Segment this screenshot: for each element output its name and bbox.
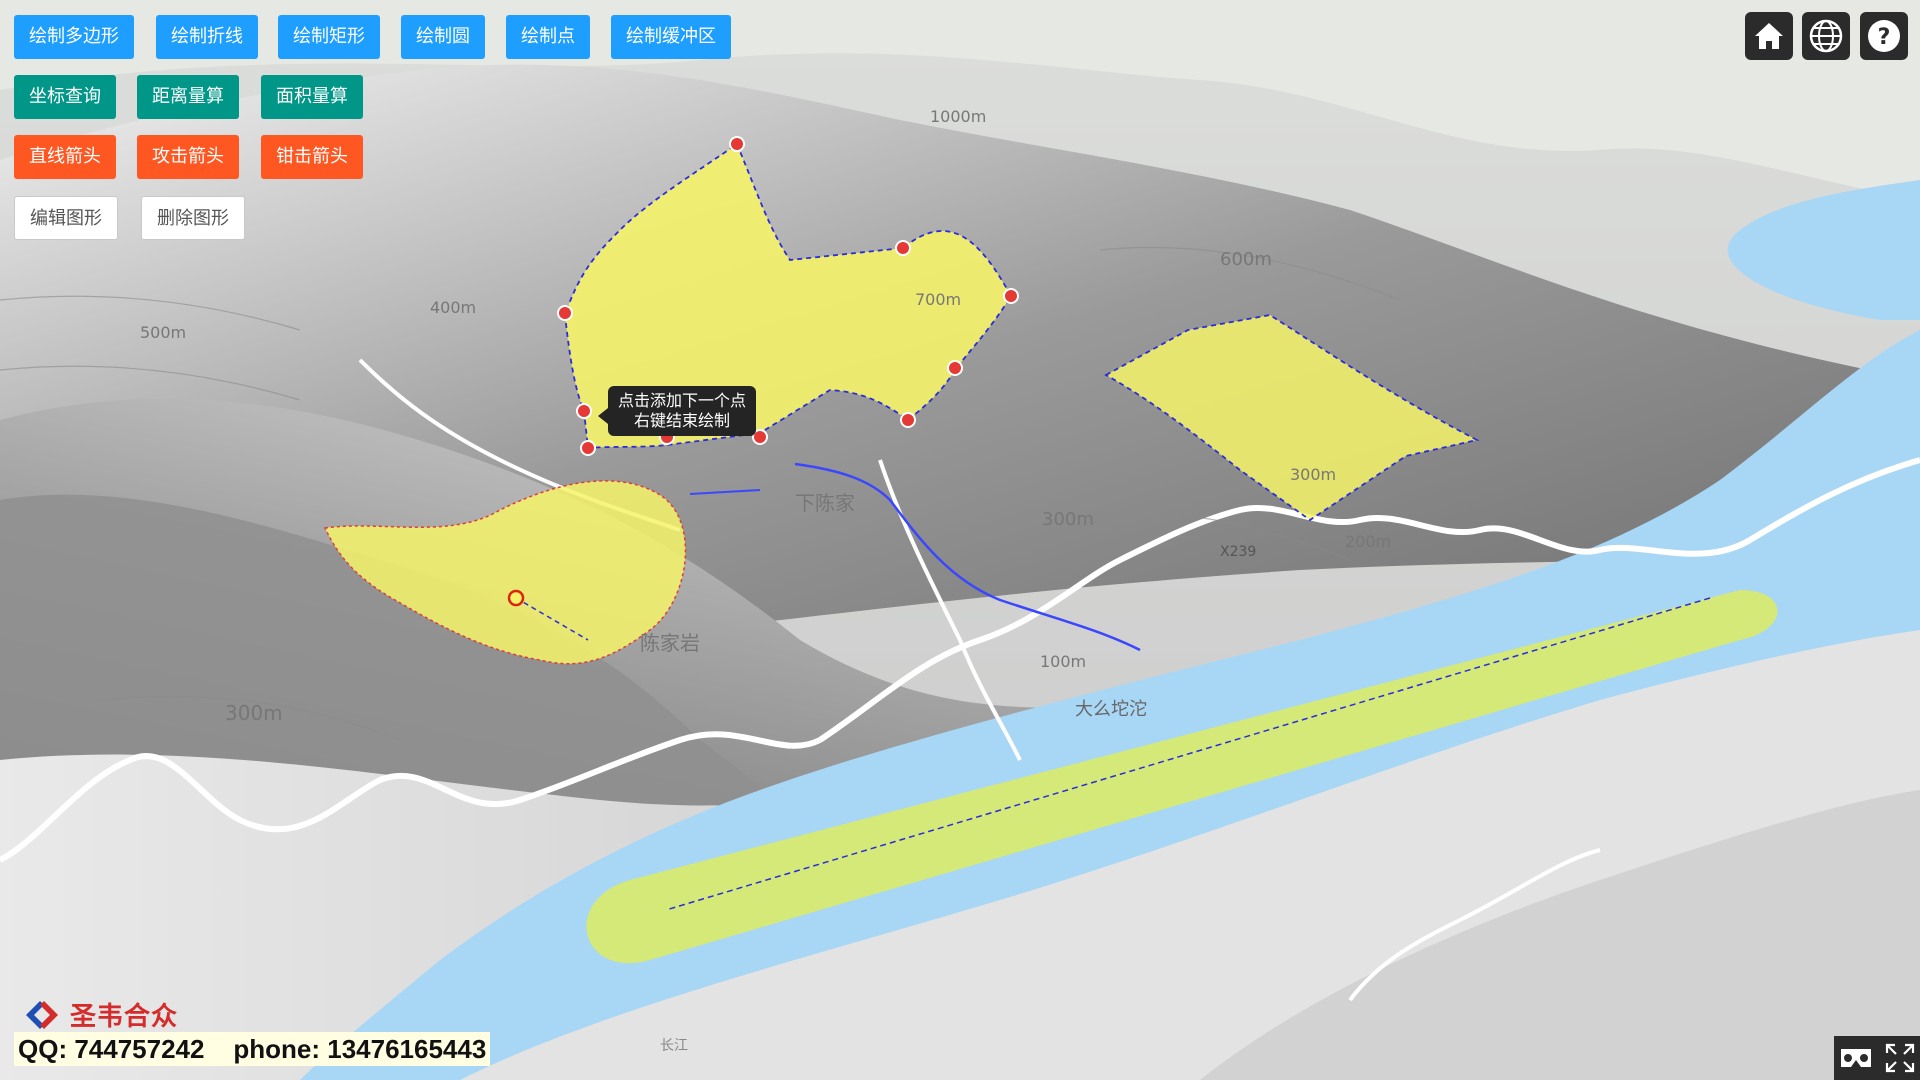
label-600m: 600m: [1220, 249, 1272, 270]
label-place-4: 长江: [660, 1038, 688, 1054]
label-place-1: 大么坨沱: [1075, 699, 1147, 720]
vertex-point[interactable]: [947, 360, 963, 376]
globe-icon: [1809, 19, 1843, 53]
help-button[interactable]: ?: [1860, 12, 1908, 60]
fullscreen-button[interactable]: [1878, 1036, 1920, 1080]
attack-arrow-button[interactable]: 攻击箭头: [137, 135, 239, 179]
label-400m: 400m: [430, 298, 476, 317]
tooltip-line-1: 点击添加下一个点: [618, 391, 747, 410]
home-button[interactable]: [1745, 12, 1793, 60]
label-200m: 200m: [1345, 532, 1391, 551]
vertex-point[interactable]: [729, 136, 745, 152]
pincer-arrow-button[interactable]: 钳击箭头: [261, 135, 363, 179]
vr-icon: [1841, 1049, 1871, 1067]
draw-point-button[interactable]: 绘制点: [506, 15, 590, 59]
label-300m-c: 300m: [1290, 465, 1336, 484]
vertex-point[interactable]: [580, 440, 596, 456]
delete-shape-button[interactable]: 删除图形: [141, 196, 245, 240]
vertex-point[interactable]: [576, 403, 592, 419]
distance-measure-button[interactable]: 距离量算: [137, 75, 239, 119]
draw-circle-button[interactable]: 绘制圆: [401, 15, 485, 59]
label-300m-b: 300m: [225, 701, 283, 725]
vertex-point[interactable]: [895, 240, 911, 256]
label-1000m: 1000m: [930, 107, 986, 126]
coordinate-query-button[interactable]: 坐标查询: [14, 75, 116, 119]
label-road-x239: X239: [1220, 544, 1256, 560]
draw-polygon-button[interactable]: 绘制多边形: [14, 15, 134, 59]
draw-rectangle-button[interactable]: 绘制矩形: [278, 15, 380, 59]
help-icon: ?: [1868, 20, 1900, 52]
contact-info: QQ: 744757242 phone: 13476165443: [14, 1032, 491, 1066]
circle-center-point[interactable]: [507, 589, 525, 607]
vertex-point[interactable]: [557, 305, 573, 321]
draw-buffer-button[interactable]: 绘制缓冲区: [611, 15, 731, 59]
globe-button[interactable]: [1802, 12, 1850, 60]
home-icon: [1755, 23, 1783, 49]
label-place-2: 下陈家: [795, 491, 855, 515]
draw-polyline-button[interactable]: 绘制折线: [156, 15, 258, 59]
fullscreen-icon: [1885, 1043, 1915, 1073]
label-500m: 500m: [140, 323, 186, 342]
label-place-3: 陈家岩: [640, 631, 700, 655]
draw-tooltip: 点击添加下一个点 右键结束绘制: [597, 386, 757, 436]
tooltip-line-2: 右键结束绘制: [634, 411, 731, 430]
label-300m-a: 300m: [1042, 509, 1094, 530]
area-measure-button[interactable]: 面积量算: [261, 75, 363, 119]
company-logo: 圣韦合众: [18, 996, 178, 1033]
vertex-point[interactable]: [900, 412, 916, 428]
logo-mark: [26, 1000, 58, 1029]
straight-arrow-button[interactable]: 直线箭头: [14, 135, 116, 179]
vr-button[interactable]: [1834, 1036, 1878, 1080]
vertex-point[interactable]: [1003, 288, 1019, 304]
label-100m: 100m: [1040, 652, 1086, 671]
logo-text: 圣韦合众: [70, 1002, 179, 1032]
edit-shape-button[interactable]: 编辑图形: [14, 196, 118, 240]
svg-text:?: ?: [1878, 25, 1891, 50]
label-700m: 700m: [915, 290, 961, 309]
